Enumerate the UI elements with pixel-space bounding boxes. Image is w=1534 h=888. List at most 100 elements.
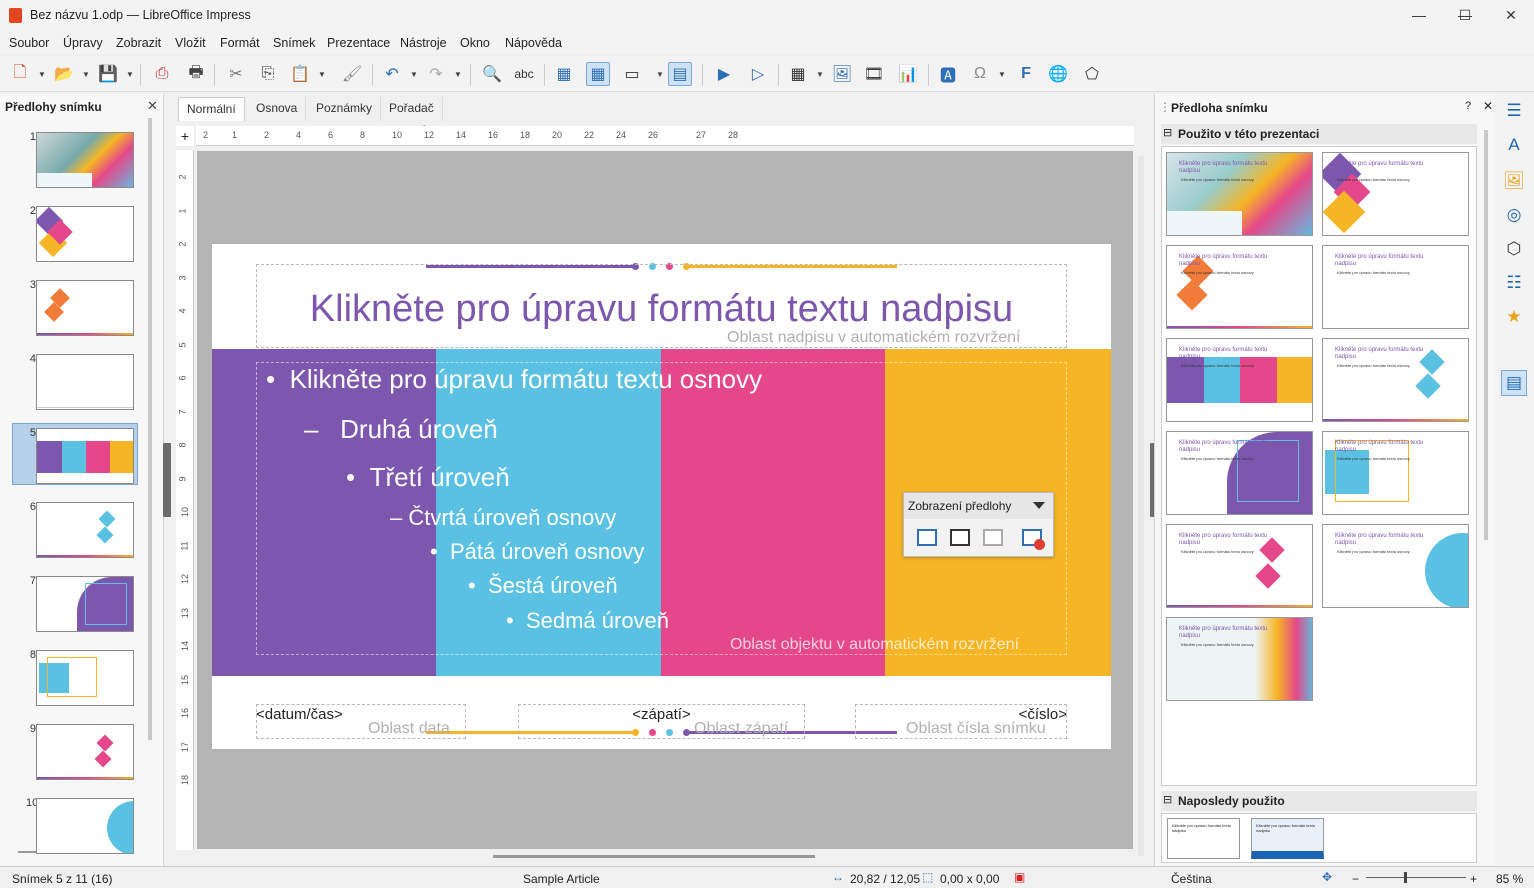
master-slides-sidebar-icon[interactable]: ▤ <box>1501 370 1527 396</box>
master-thumbnail-9[interactable]: Klikněte pro úpravu formátu textu nadpis… <box>1166 524 1313 608</box>
slide-thumbnail-9[interactable] <box>36 724 134 780</box>
master-thumbnail-4[interactable]: Klikněte pro úpravu formátu textu nadpis… <box>1322 245 1469 329</box>
left-pane-splitter[interactable] <box>163 443 171 517</box>
vertical-ruler[interactable]: 2 1 2 3 4 5 6 7 8 9 10 11 12 13 14 15 16 17 18 <box>176 150 194 850</box>
master-thumbnail-2[interactable]: Klikněte pro úpravu formátu textu nadpis… <box>1322 152 1469 236</box>
new-master-icon[interactable] <box>917 529 937 546</box>
minimize-window-button[interactable]: — <box>1396 0 1442 32</box>
spelling-icon[interactable]: abc <box>512 62 536 86</box>
copy-icon[interactable]: ⎘ <box>256 62 280 86</box>
rename-master-icon[interactable] <box>950 529 970 546</box>
styles-icon[interactable]: A <box>1501 132 1527 158</box>
table-icon[interactable]: ▦ <box>786 62 810 86</box>
tab-slide-sorter[interactable]: Pořadač snímků <box>381 97 443 138</box>
master-thumbnail-8[interactable]: Klikněte pro úpravu formátu textu nadpis… <box>1322 431 1469 515</box>
animation-icon[interactable]: ★ <box>1501 304 1527 330</box>
text-box-icon[interactable]: 🅰 <box>936 62 960 86</box>
tab-normal[interactable]: Normální <box>178 97 245 121</box>
open-folder-icon[interactable]: 📂 <box>52 62 76 86</box>
slide-thumbnail-4[interactable] <box>36 354 134 410</box>
export-pdf-icon[interactable]: ⎙ <box>150 62 174 86</box>
navigator-icon[interactable]: ◎ <box>1501 202 1527 228</box>
properties-icon[interactable]: ☰ <box>1501 98 1527 124</box>
outline-level-6[interactable]: • Šestá úroveň <box>468 573 618 599</box>
master-thumbnail-1[interactable]: Klikněte pro úpravu formátu textu nadpis… <box>1166 152 1313 236</box>
start-current-slide-icon[interactable]: ▷ <box>746 62 770 86</box>
master-view-icon[interactable]: ▤ <box>668 62 692 86</box>
media-icon[interactable]: 🎞 <box>862 62 886 86</box>
cut-icon[interactable]: ✂ <box>224 62 248 86</box>
tab-outline[interactable]: Osnova <box>248 97 307 121</box>
master-thumbnail-7[interactable]: Klikněte pro úpravu formátu textu nadpis… <box>1166 431 1313 515</box>
slide-title[interactable]: Klikněte pro úpravu formátu textu nadpis… <box>256 288 1067 331</box>
slide-thumbnail-10[interactable] <box>36 798 134 854</box>
hyperlink-icon[interactable]: 🌐 <box>1046 62 1070 86</box>
menu-prezentace[interactable]: Prezentace <box>327 36 390 50</box>
outline-level-7[interactable]: • Sedmá úroveň <box>506 608 669 634</box>
clone-formatting-icon[interactable]: 🖌 <box>340 62 364 86</box>
zoom-out-button[interactable]: − <box>1352 872 1359 886</box>
floating-toolbar-menu-icon[interactable] <box>1033 502 1045 509</box>
shapes-sidebar-icon[interactable]: ⬡ <box>1501 236 1527 262</box>
outline-level-5[interactable]: • Pátá úroveň osnovy <box>430 539 644 565</box>
new-document-icon[interactable]: 🗋 <box>8 62 32 86</box>
start-first-slide-icon[interactable]: ▶ <box>712 62 736 86</box>
slide-thumbnail-2[interactable] <box>36 206 134 262</box>
undo-icon[interactable]: ↶ <box>380 62 404 86</box>
recent-master-2[interactable]: Klikněte pro úpravu formátu textu nadpis… <box>1251 818 1324 859</box>
find-replace-icon[interactable]: 🔍 <box>480 62 504 86</box>
outline-level-3[interactable]: • Třetí úroveň <box>346 462 510 493</box>
menu-napoveda[interactable]: Nápověda <box>505 36 562 50</box>
special-character-icon[interactable]: Ω <box>968 62 992 86</box>
menu-okno[interactable]: Okno <box>460 36 490 50</box>
zoom-slider[interactable] <box>1366 877 1466 878</box>
master-pane-scrollbar[interactable] <box>1484 130 1488 540</box>
outline-level-1[interactable]: • Klikněte pro úpravu formátu textu osno… <box>266 364 762 395</box>
slide-thumbnail-8[interactable] <box>36 650 134 706</box>
recent-master-1[interactable]: Klikněte pro úpravu formátu textu nadpis… <box>1167 818 1240 859</box>
menu-vlozit[interactable]: Vložit <box>175 36 206 50</box>
image-icon[interactable]: 🖼 <box>830 62 854 86</box>
language-status[interactable]: Čeština <box>1171 872 1212 886</box>
delete-master-icon[interactable] <box>983 529 1003 546</box>
chart-icon[interactable]: 📊 <box>896 62 920 86</box>
display-grid-icon[interactable]: ▦ <box>552 62 576 86</box>
shapes-icon[interactable]: ⬠ <box>1080 62 1104 86</box>
print-icon[interactable]: 🖶 <box>184 62 208 86</box>
menu-zobrazit[interactable]: Zobrazit <box>116 36 161 50</box>
menu-snimek[interactable]: Snímek <box>273 36 315 50</box>
master-thumbnail-6[interactable]: Klikněte pro úpravu formátu textu nadpis… <box>1322 338 1469 422</box>
slide-thumbnail-6[interactable] <box>36 502 134 558</box>
zoom-level[interactable]: 85 % <box>1496 872 1523 886</box>
slide-transition-icon[interactable]: ☷ <box>1501 270 1527 296</box>
outline-level-2[interactable]: – Druhá úroveň <box>304 414 498 445</box>
redo-icon[interactable]: ↷ <box>424 62 448 86</box>
master-thumbnail-3[interactable]: Klikněte pro úpravu formátu textu nadpis… <box>1166 245 1313 329</box>
display-views-icon[interactable]: ▭ <box>620 62 644 86</box>
floating-toolbar-title[interactable]: Zobrazení předlohy <box>904 493 1053 519</box>
menu-format[interactable]: Formát <box>220 36 260 50</box>
master-pane-help-icon[interactable]: ? <box>1465 100 1471 112</box>
fontwork-icon[interactable]: F <box>1014 62 1038 86</box>
slide-thumbnail-1[interactable] <box>36 132 134 188</box>
slide-pane-scrollbar[interactable] <box>148 118 152 740</box>
master-thumbnail-10[interactable]: Klikněte pro úpravu formátu textu nadpis… <box>1322 524 1469 608</box>
slide-thumbnail-3[interactable] <box>36 280 134 336</box>
gallery-icon[interactable]: 🖼 <box>1501 168 1527 194</box>
snap-guides-icon[interactable]: ▦ <box>586 62 610 86</box>
slide-thumbnail-5[interactable] <box>36 428 134 484</box>
menu-nastroje[interactable]: Nástroje <box>400 36 447 50</box>
horizontal-ruler[interactable]: 2 1 2 4 6 8 10 12 14 16 18 20 22 24 26 27 28 <box>196 126 1134 146</box>
collapse-used-icon[interactable]: ⊟ <box>1163 126 1172 139</box>
tab-notes[interactable]: Poznámky <box>308 97 382 121</box>
maximize-window-button[interactable]: ☐ <box>1442 0 1488 32</box>
close-window-button[interactable]: ✕ <box>1488 0 1534 32</box>
workspace-vscroll[interactable] <box>1138 156 1144 856</box>
zoom-slider-thumb[interactable] <box>1404 872 1407 883</box>
master-pane-close-icon[interactable]: ✕ <box>1483 99 1493 113</box>
menu-soubor[interactable]: Soubor <box>9 36 49 50</box>
slide-thumbnail-7[interactable] <box>36 576 134 632</box>
collapse-recent-icon[interactable]: ⊟ <box>1163 793 1172 806</box>
zoom-in-button[interactable]: + <box>1470 872 1477 886</box>
fit-slide-icon[interactable]: ✥ <box>1322 870 1332 884</box>
